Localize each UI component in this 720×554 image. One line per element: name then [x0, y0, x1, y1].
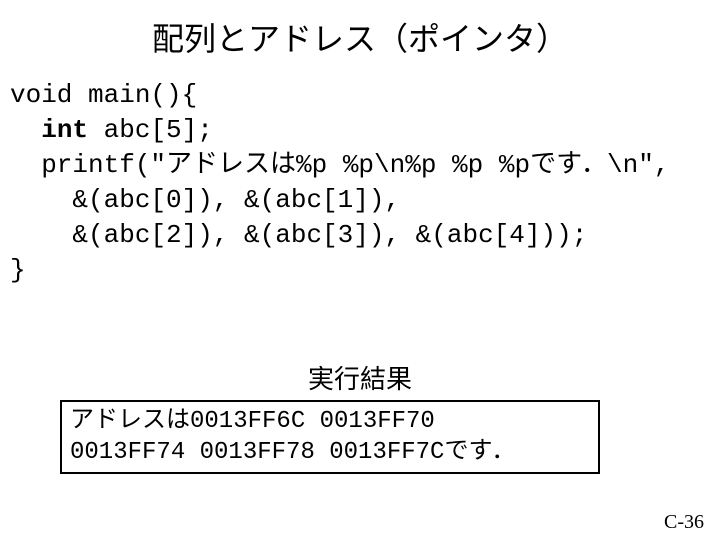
code-line-6: } [10, 255, 26, 285]
code-line-3: printf("アドレスは%p %p\n%p %p %pです．\n", [10, 150, 669, 180]
result-label: 実行結果 [0, 359, 720, 396]
code-block: void main(){ int abc[5]; printf("アドレスは%p… [10, 78, 720, 289]
result-output-box: アドレスは0013FF6C 0013FF70 0013FF74 0013FF78… [60, 400, 600, 474]
code-line-2-indent [10, 115, 41, 145]
code-line-5: &(abc[2]), &(abc[3]), &(abc[4])); [10, 220, 587, 250]
code-line-1: void main(){ [10, 80, 197, 110]
slide-title: 配列とアドレス（ポインタ） [0, 14, 720, 60]
page-number: C-36 [664, 511, 704, 534]
code-line-4: &(abc[0]), &(abc[1]), [10, 185, 400, 215]
keyword-int: int [41, 115, 88, 145]
code-line-2-rest: abc[5]; [88, 115, 213, 145]
